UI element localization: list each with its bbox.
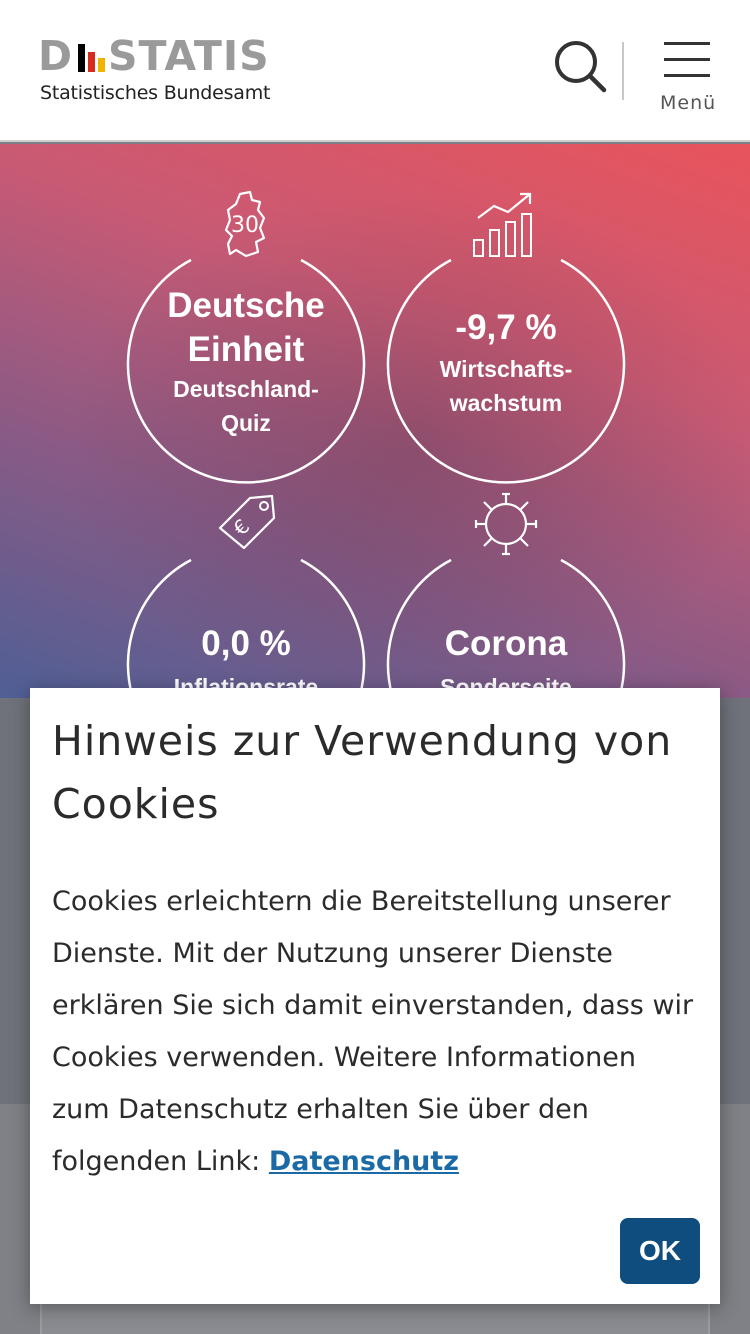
tile-wirtschaftswachstum[interactable]: -9,7 % Wirtschafts- wachstum: [386, 192, 626, 484]
coronavirus-icon: [474, 492, 538, 556]
cookie-dialog: Hinweis zur Verwendung von Cookies Cooki…: [30, 688, 720, 1304]
header-divider: [622, 42, 624, 100]
euro-price-tag-icon: €: [218, 494, 276, 550]
datenschutz-link[interactable]: Datenschutz: [269, 1146, 459, 1177]
tile-headline: -9,7 %: [455, 308, 557, 347]
ok-button[interactable]: OK: [620, 1218, 700, 1284]
logo-letter-d: D: [38, 32, 74, 80]
tile-subtitle-line: Quiz: [221, 410, 271, 436]
tile-headline: Corona: [444, 624, 568, 663]
tile-headline-line: Einheit: [187, 330, 305, 369]
tile-deutsche-einheit[interactable]: 30 Deutsche Einheit Deutschland- Quiz: [126, 190, 366, 484]
tile-subtitle-line: Wirtschafts-: [439, 356, 573, 382]
logo-letters-statis: STATIS: [108, 32, 270, 80]
logo-flag-bars: [74, 42, 110, 72]
tile-inflationsrate[interactable]: € 0,0 % Inflationsrate: [126, 494, 366, 698]
cookie-dialog-body: Cookies erleichtern die Bereitstellung u…: [52, 886, 694, 1177]
search-button[interactable]: [550, 38, 610, 94]
menu-button[interactable]: Menü: [656, 40, 718, 118]
cookie-dialog-text: Cookies erleichtern die Bereitstellung u…: [52, 876, 700, 1188]
logo-subtitle: Statistisches Bundesamt: [40, 82, 271, 104]
tile-headline-line: Deutsche: [167, 286, 325, 325]
hero-banner: 30 Deutsche Einheit Deutschland- Quiz -9…: [0, 144, 750, 698]
search-icon: [555, 41, 607, 93]
growth-chart-icon: [473, 192, 532, 257]
tile-subtitle-line: wachstum: [449, 390, 563, 416]
menu-label: Menü: [660, 92, 717, 114]
tile-corona[interactable]: Corona Sonderseite: [386, 492, 626, 698]
site-header: D STATIS Statistisches Bundesamt Menü: [0, 0, 750, 142]
tile-subtitle-line: Deutschland-: [173, 376, 319, 402]
svg-text:30: 30: [231, 213, 259, 238]
germany-map-30-icon: 30: [224, 190, 266, 258]
svg-text:€: €: [228, 514, 254, 540]
destatis-logo[interactable]: D STATIS Statistisches Bundesamt: [38, 36, 288, 108]
cookie-dialog-title: Hinweis zur Verwendung von Cookies: [52, 717, 673, 828]
tile-headline: 0,0 %: [201, 624, 291, 663]
